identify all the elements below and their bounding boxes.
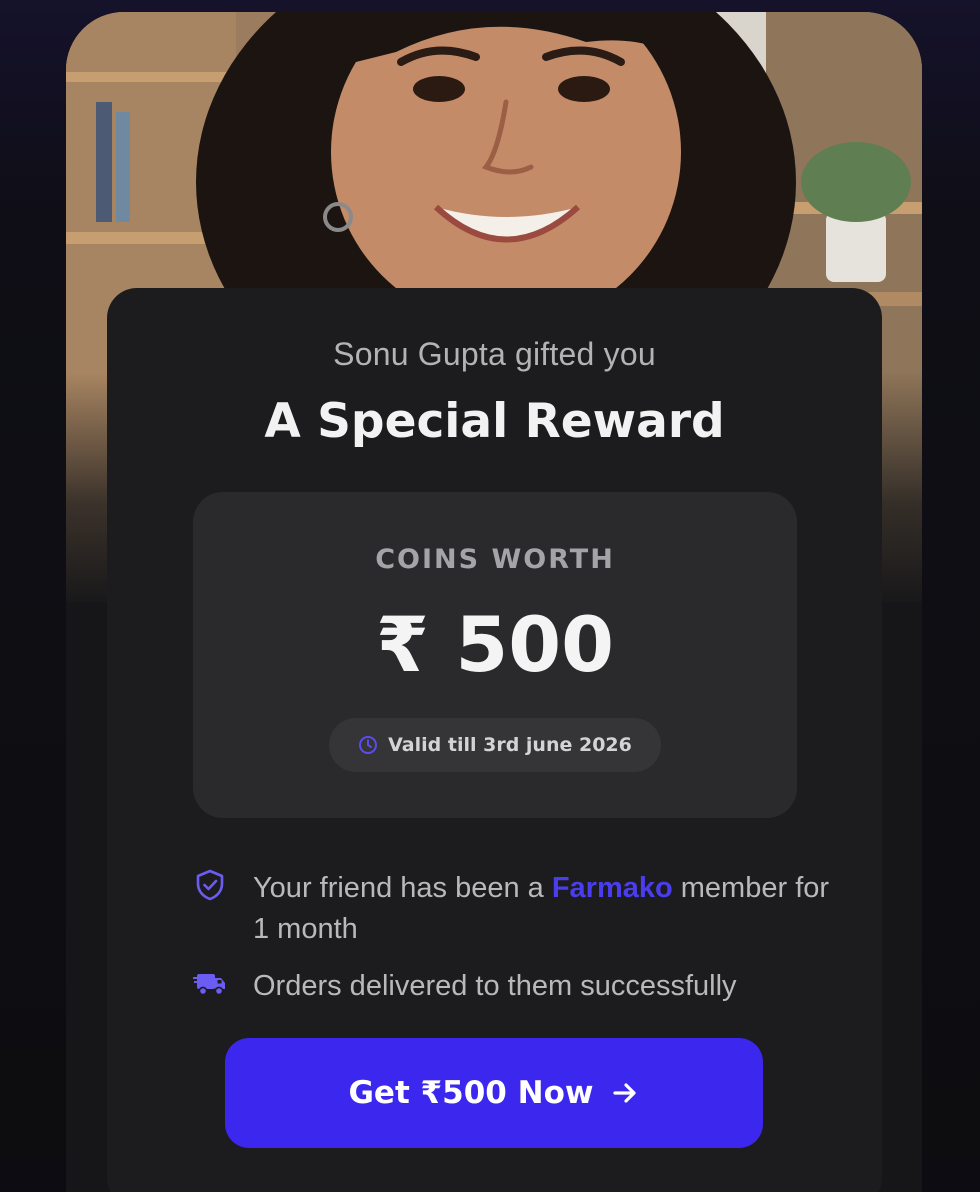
reward-card: Sonu Gupta gifted you A Special Reward C…: [107, 288, 882, 1192]
coins-worth-label: COINS WORTH: [375, 544, 615, 575]
reward-amount: ₹ 500: [376, 600, 614, 689]
arrow-right-icon: [612, 1083, 636, 1103]
shield-check-icon: [196, 869, 224, 901]
feature-membership-text-start: Your friend has been a: [253, 872, 552, 904]
delivery-truck-icon: [193, 974, 225, 996]
coin-value-box: COINS WORTH ₹ 500 Valid till 3rd june 20…: [193, 492, 797, 818]
brand-name-link[interactable]: Farmako: [552, 872, 673, 904]
validity-badge: Valid till 3rd june 2026: [329, 718, 661, 772]
gifted-by-text: Sonu Gupta gifted you: [333, 336, 656, 372]
feature-membership-text: Your friend has been a Farmako member fo…: [253, 868, 853, 950]
claim-reward-button[interactable]: Get ₹500 Now: [225, 1038, 763, 1148]
reward-title: A Special Reward: [264, 394, 725, 449]
phone-frame: Sonu Gupta gifted you A Special Reward C…: [66, 12, 922, 1192]
validity-text: Valid till 3rd june 2026: [388, 734, 632, 756]
feature-deliveries-text: Orders delivered to them successfully: [253, 970, 737, 1002]
claim-reward-button-label: Get ₹500 Now: [348, 1075, 594, 1111]
clock-icon: [359, 736, 378, 754]
